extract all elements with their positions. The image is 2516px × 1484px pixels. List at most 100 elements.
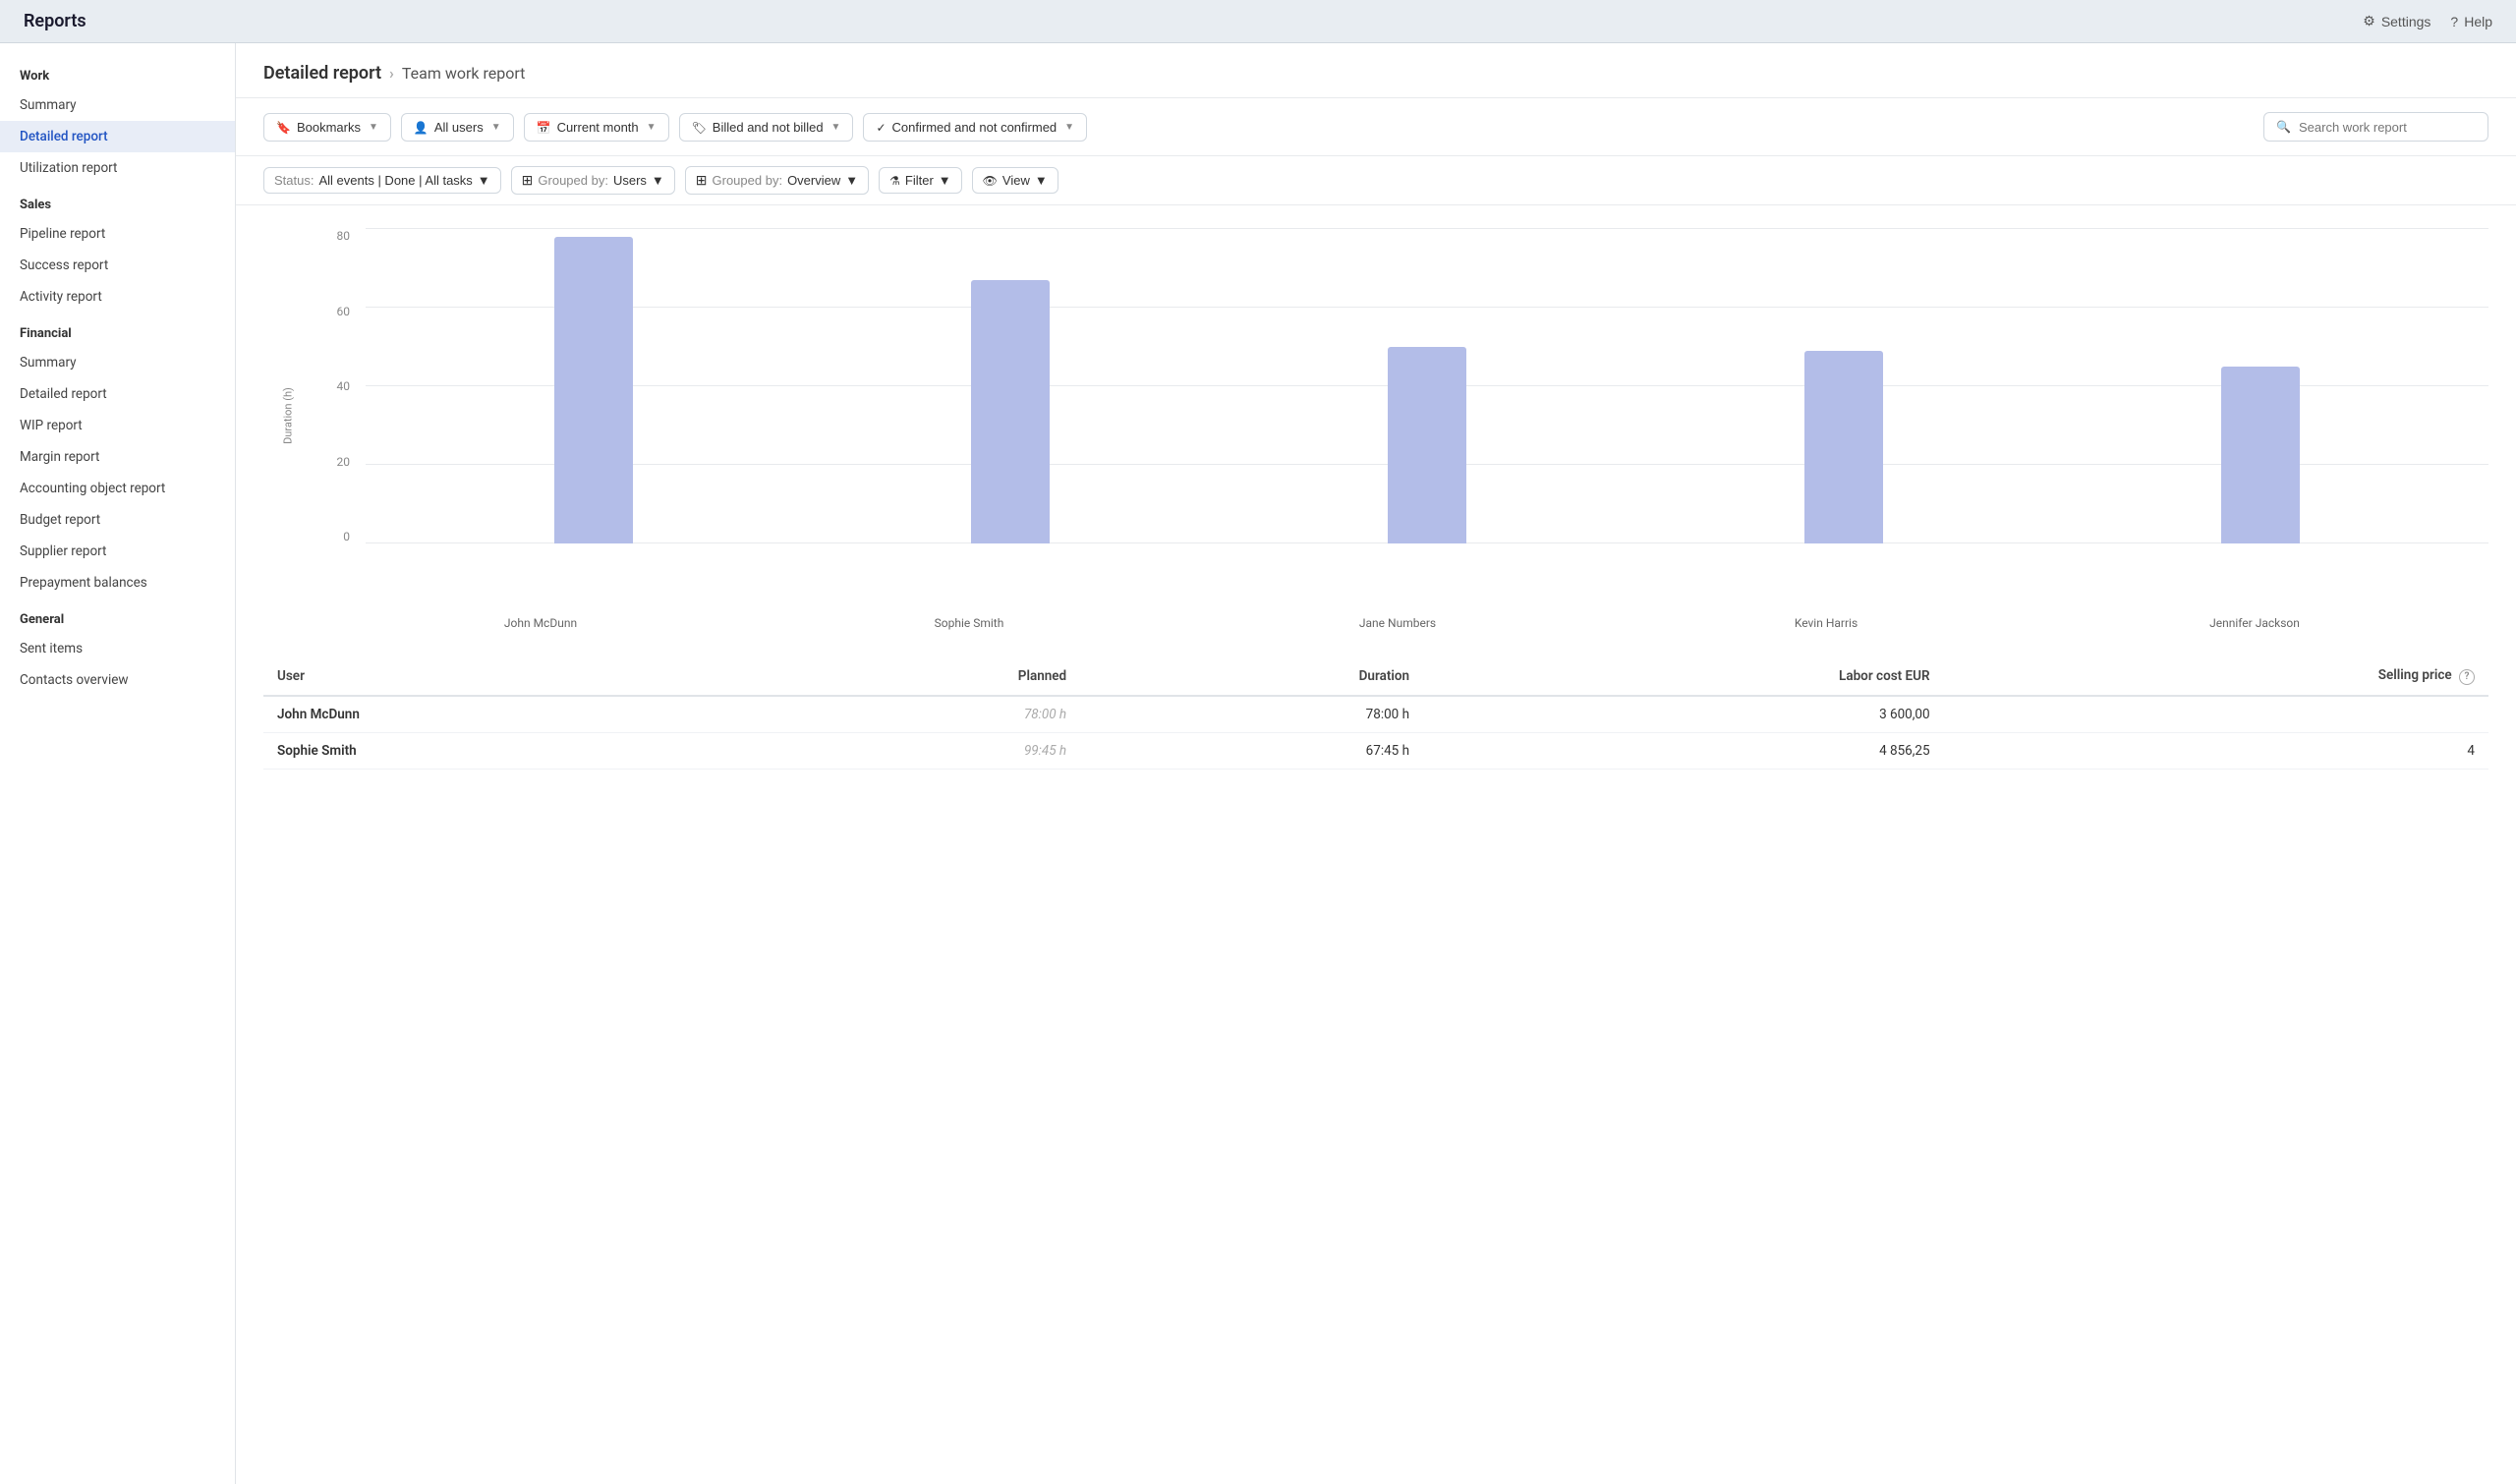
grouped-by-overview-button[interactable]: Grouped by: Overview ▼ <box>685 166 869 195</box>
y-axis-label: 80 <box>322 229 358 243</box>
status-prefix: Status: <box>274 173 314 188</box>
chart-container: Duration (h) 0 20 40 60 80 John McDunnSophie… <box>236 205 2516 657</box>
help-label: Help <box>2464 14 2492 29</box>
bar-label: John McDunn <box>326 616 755 630</box>
sidebar-item-financial-detailed[interactable]: Detailed report <box>0 378 235 410</box>
y-axis-label: 0 <box>322 530 358 543</box>
eye-icon <box>983 173 998 188</box>
view-button[interactable]: View ▼ <box>972 167 1058 194</box>
chevron-down-icon: ▼ <box>478 173 490 188</box>
sidebar-item-accounting-report[interactable]: Accounting object report <box>0 473 235 504</box>
col-header-labor_cost: Labor cost EUR <box>1423 657 1944 696</box>
y-axis-label: 60 <box>322 305 358 318</box>
help-button[interactable]: Help <box>2450 13 2492 29</box>
sidebar-item-pipeline-report[interactable]: Pipeline report <box>0 218 235 250</box>
bar-group <box>1219 229 1635 543</box>
layout: WorkSummaryDetailed reportUtilization re… <box>0 43 2516 1484</box>
billed-label: Billed and not billed <box>713 120 824 135</box>
bookmarks-button[interactable]: Bookmarks ▼ <box>263 113 391 142</box>
sidebar-item-budget-report[interactable]: Budget report <box>0 504 235 536</box>
sidebar-item-wip-report[interactable]: WIP report <box>0 410 235 441</box>
confirmed-label: Confirmed and not confirmed <box>892 120 1058 135</box>
grouped-by-2-prefix: Grouped by: <box>713 173 783 188</box>
all-users-button[interactable]: All users ▼ <box>401 113 514 142</box>
gear-icon <box>2363 13 2375 29</box>
sidebar-item-supplier-report[interactable]: Supplier report <box>0 536 235 567</box>
cell-planned: 99:45 h <box>746 732 1080 769</box>
sub-toolbar: Status: All events | Done | All tasks ▼ … <box>236 156 2516 205</box>
chevron-down-icon: ▼ <box>369 122 378 133</box>
sidebar-item-summary-work[interactable]: Summary <box>0 89 235 121</box>
col-header-selling_price: Selling price ? <box>1944 657 2488 696</box>
bar <box>971 280 1050 543</box>
chevron-down-icon: ▼ <box>939 173 951 188</box>
breadcrumb-child: Team work report <box>402 64 526 83</box>
grouped-by-users-button[interactable]: Grouped by: Users ▼ <box>511 166 675 195</box>
sidebar-item-contacts-overview[interactable]: Contacts overview <box>0 664 235 696</box>
current-month-button[interactable]: Current month ▼ <box>524 113 669 142</box>
bar <box>1804 351 1883 543</box>
tag-icon <box>692 120 707 135</box>
bar <box>1388 347 1466 543</box>
sidebar-item-success-report[interactable]: Success report <box>0 250 235 281</box>
sidebar-item-activity-report[interactable]: Activity report <box>0 281 235 313</box>
y-axis-title: Duration (h) <box>281 387 294 444</box>
data-table: UserPlannedDurationLabor cost EURSelling… <box>263 657 2488 770</box>
table-row: John McDunn78:00 h78:00 h3 600,00 <box>263 696 2488 733</box>
sidebar-item-utilization-report[interactable]: Utilization report <box>0 152 235 184</box>
grid-icon <box>522 172 534 189</box>
y-axis-label: 40 <box>322 379 358 393</box>
table-row: Sophie Smith99:45 h67:45 h4 856,254 <box>263 732 2488 769</box>
cell-user: Sophie Smith <box>263 732 746 769</box>
app-title: Reports <box>24 11 86 31</box>
search-wrapper[interactable] <box>2263 112 2488 142</box>
cell-labor-cost: 4 856,25 <box>1423 732 1944 769</box>
bar-label: Jennifer Jackson <box>2040 616 2469 630</box>
sidebar-section-general: General <box>0 599 235 633</box>
billed-button[interactable]: Billed and not billed ▼ <box>679 113 854 142</box>
bookmark-icon <box>276 120 291 135</box>
app-header: Reports Settings Help <box>0 0 2516 43</box>
sidebar-section-work: Work <box>0 55 235 89</box>
current-month-label: Current month <box>557 120 639 135</box>
col-header-user: User <box>263 657 746 696</box>
cell-planned: 78:00 h <box>746 696 1080 733</box>
page-header: Detailed report › Team work report <box>236 43 2516 98</box>
selling-price-help-icon[interactable]: ? <box>2459 669 2475 685</box>
bar <box>554 237 633 543</box>
breadcrumb-root: Detailed report <box>263 63 381 84</box>
toolbar: Bookmarks ▼ All users ▼ Current month ▼ … <box>236 98 2516 156</box>
breadcrumb: Detailed report › Team work report <box>263 63 2488 84</box>
sidebar-item-financial-summary[interactable]: Summary <box>0 347 235 378</box>
filter-icon <box>889 173 900 188</box>
filter-button[interactable]: Filter ▼ <box>879 167 962 194</box>
confirmed-button[interactable]: Confirmed and not confirmed ▼ <box>863 113 1087 142</box>
sidebar-item-detailed-report[interactable]: Detailed report <box>0 121 235 152</box>
sidebar-item-sent-items[interactable]: Sent items <box>0 633 235 664</box>
cell-duration: 78:00 h <box>1080 696 1423 733</box>
table-section: UserPlannedDurationLabor cost EURSelling… <box>236 657 2516 797</box>
settings-button[interactable]: Settings <box>2363 13 2430 29</box>
col-header-duration: Duration <box>1080 657 1423 696</box>
chevron-down-icon: ▼ <box>831 122 841 133</box>
table-head: UserPlannedDurationLabor cost EURSelling… <box>263 657 2488 696</box>
grouped-by-1-prefix: Grouped by: <box>538 173 608 188</box>
bookmarks-label: Bookmarks <box>297 120 361 135</box>
view-label: View <box>1002 173 1030 188</box>
sidebar-section-financial: Financial <box>0 313 235 347</box>
chevron-down-icon: ▼ <box>1035 173 1048 188</box>
help-icon <box>2450 14 2458 29</box>
search-icon <box>2276 119 2291 135</box>
bar-label: Sophie Smith <box>755 616 1183 630</box>
chevron-down-icon: ▼ <box>652 173 664 188</box>
all-users-label: All users <box>434 120 484 135</box>
bar-group <box>802 229 1219 543</box>
user-icon <box>414 120 429 135</box>
settings-label: Settings <box>2381 14 2431 29</box>
bar <box>2221 367 2300 543</box>
sidebar-item-margin-report[interactable]: Margin report <box>0 441 235 473</box>
y-axis-label: 20 <box>322 455 358 469</box>
status-filter-button[interactable]: Status: All events | Done | All tasks ▼ <box>263 167 501 194</box>
sidebar-item-prepayment-balances[interactable]: Prepayment balances <box>0 567 235 599</box>
search-input[interactable] <box>2299 120 2476 135</box>
